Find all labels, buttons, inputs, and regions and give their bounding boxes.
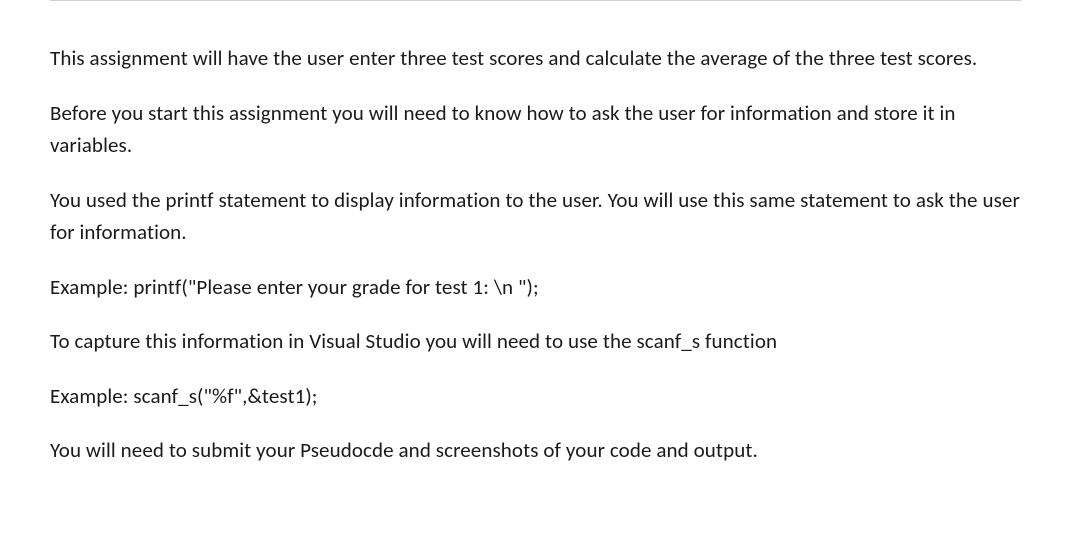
- paragraph-example-scanf: Example: scanf_s("%f",&test1);: [50, 380, 1021, 413]
- document-body: This assignment will have the user enter…: [50, 42, 1021, 467]
- paragraph-prereq: Before you start this assignment you wil…: [50, 97, 1021, 162]
- paragraph-printf: You used the printf statement to display…: [50, 184, 1021, 249]
- horizontal-rule: [50, 0, 1021, 1]
- paragraph-scanf: To capture this information in Visual St…: [50, 325, 1021, 358]
- paragraph-submit: You will need to submit your Pseudocde a…: [50, 434, 1021, 467]
- paragraph-example-printf: Example: printf("Please enter your grade…: [50, 271, 1021, 304]
- paragraph-intro: This assignment will have the user enter…: [50, 42, 1021, 75]
